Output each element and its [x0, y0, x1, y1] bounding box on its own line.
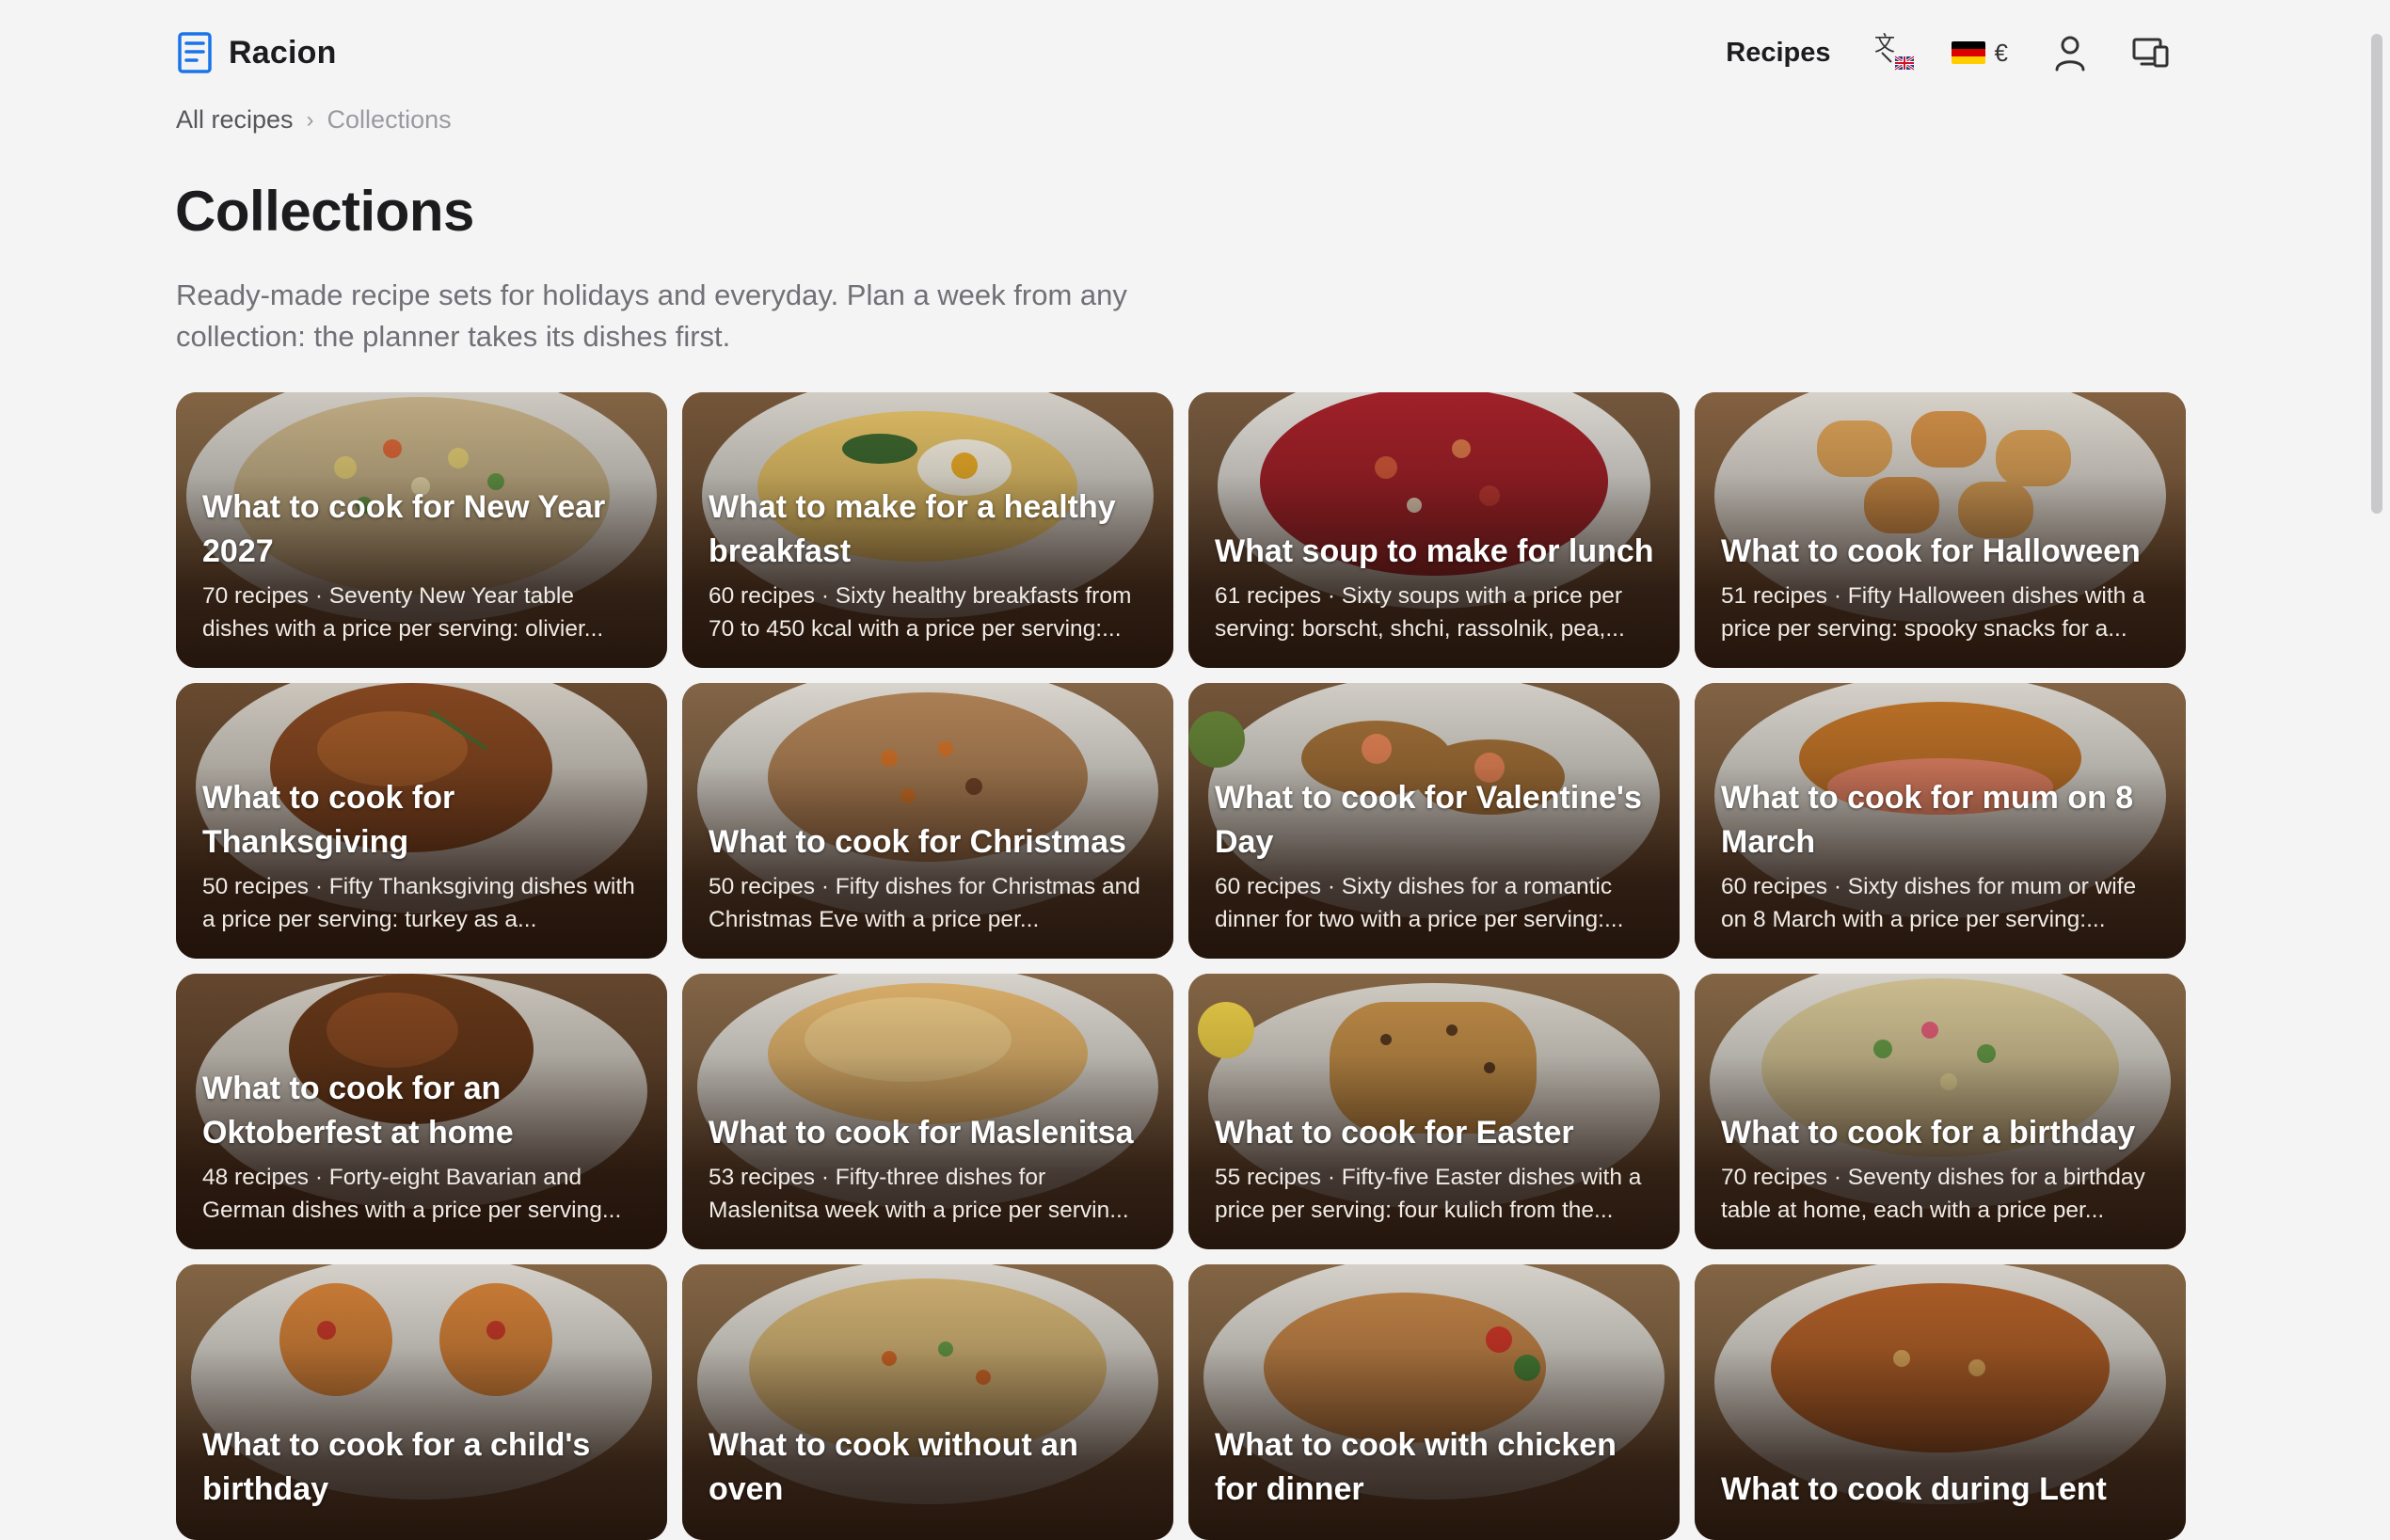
- breadcrumb-all-recipes-link[interactable]: All recipes: [176, 105, 294, 135]
- collection-title: What to cook for a birthday: [1721, 1115, 2136, 1151]
- card-text: What to cook for Easter 55 recipes · Fif…: [1215, 1111, 1655, 1227]
- card-text: What soup to make for lunch 61 recipes ·…: [1215, 530, 1655, 645]
- collection-card[interactable]: What to cook for Valentine's Day 60 reci…: [1188, 683, 1680, 959]
- breadcrumb-current: Collections: [327, 105, 452, 134]
- card-text: What to cook during Lent: [1721, 1468, 2161, 1517]
- collection-card[interactable]: What to cook without an oven: [682, 1264, 1173, 1540]
- collection-title: What to cook for Maslenitsa: [709, 1115, 1134, 1151]
- logo-link[interactable]: Racion: [176, 32, 337, 73]
- header-nav: Recipes 文 €: [1726, 24, 2170, 81]
- collection-title: What to cook during Lent: [1721, 1471, 2107, 1507]
- collection-card[interactable]: What to cook with chicken for dinner: [1188, 1264, 1680, 1540]
- collection-meta: 70 recipes · Seventy dishes for a birthd…: [1721, 1165, 2145, 1223]
- nav-recipes-link[interactable]: Recipes: [1726, 38, 1830, 69]
- collection-card[interactable]: What soup to make for lunch 61 recipes ·…: [1188, 392, 1680, 668]
- germany-flag-icon: [1951, 41, 1985, 64]
- collection-title: What to cook for Easter: [1215, 1115, 1574, 1151]
- collection-title: What soup to make for lunch: [1215, 533, 1654, 569]
- collection-title: What to cook for Christmas: [709, 824, 1126, 860]
- collection-card[interactable]: What to cook for Thanksgiving 50 recipes…: [176, 683, 667, 959]
- devices-icon[interactable]: [2132, 36, 2170, 70]
- flag-stripe-black: [1951, 41, 1985, 49]
- translate-icon[interactable]: 文: [1872, 30, 1918, 75]
- card-text: What to make for a healthy breakfast 60 …: [709, 485, 1149, 645]
- page-description: Ready-made recipe sets for holidays and …: [176, 278, 1127, 353]
- collection-meta: 60 recipes · Sixty healthy breakfasts fr…: [709, 583, 1132, 642]
- collection-card[interactable]: What to make for a healthy breakfast 60 …: [682, 392, 1173, 668]
- collection-card[interactable]: What to cook for a birthday 70 recipes ·…: [1695, 974, 2186, 1249]
- card-text: What to cook for New Year 2027 70 recipe…: [202, 485, 643, 645]
- collection-meta: 50 recipes · Fifty dishes for Christmas …: [709, 874, 1140, 932]
- card-text: What to cook for mum on 8 March 60 recip…: [1721, 776, 2161, 936]
- flag-stripe-red: [1951, 49, 1985, 56]
- card-text: What to cook for a child's birthday: [202, 1423, 643, 1517]
- collection-card[interactable]: What to cook for Christmas 50 recipes · …: [682, 683, 1173, 959]
- region-currency-selector[interactable]: €: [1951, 38, 2008, 68]
- card-text: What to cook for a birthday 70 recipes ·…: [1721, 1111, 2161, 1227]
- card-text: What to cook for an Oktoberfest at home …: [202, 1067, 643, 1227]
- page-title: Collections: [175, 180, 474, 243]
- collection-card[interactable]: What to cook for an Oktoberfest at home …: [176, 974, 667, 1249]
- collection-card[interactable]: What to cook during Lent: [1695, 1264, 2186, 1540]
- collection-meta: 60 recipes · Sixty dishes for mum or wif…: [1721, 874, 2137, 932]
- collection-title: What to cook for mum on 8 March: [1721, 780, 2134, 860]
- flag-stripe-gold: [1951, 56, 1985, 64]
- collection-meta: 60 recipes · Sixty dishes for a romantic…: [1215, 874, 1624, 932]
- logo-text: Racion: [229, 34, 337, 71]
- collection-meta: 53 recipes · Fifty-three dishes for Masl…: [709, 1165, 1129, 1223]
- collection-title: What to cook for Valentine's Day: [1215, 780, 1642, 860]
- top-header: Racion Recipes 文 €: [176, 24, 2170, 81]
- page-scrollbar[interactable]: [2364, 0, 2390, 1430]
- collection-title: What to cook for New Year 2027: [202, 489, 606, 569]
- collection-card[interactable]: What to cook for Halloween 51 recipes · …: [1695, 392, 2186, 668]
- collection-title: What to cook with chicken for dinner: [1215, 1427, 1617, 1507]
- collection-card[interactable]: What to cook for Maslenitsa 53 recipes ·…: [682, 974, 1173, 1249]
- collection-meta: 48 recipes · Forty-eight Bavarian and Ge…: [202, 1165, 622, 1223]
- collection-meta: 70 recipes · Seventy New Year table dish…: [202, 583, 604, 642]
- card-text: What to cook for Halloween 51 recipes · …: [1721, 530, 2161, 645]
- collection-card[interactable]: What to cook for mum on 8 March 60 recip…: [1695, 683, 2186, 959]
- card-text: What to cook for Christmas 50 recipes · …: [709, 820, 1149, 936]
- card-text: What to cook for Valentine's Day 60 reci…: [1215, 776, 1655, 936]
- collections-grid: What to cook for New Year 2027 70 recipe…: [176, 392, 2190, 1540]
- card-text: What to cook without an oven: [709, 1423, 1149, 1517]
- breadcrumb-separator: ›: [306, 106, 314, 133]
- collection-title: What to make for a healthy breakfast: [709, 489, 1116, 569]
- collection-title: What to cook for an Oktoberfest at home: [202, 1071, 514, 1151]
- collection-meta: 51 recipes · Fifty Halloween dishes with…: [1721, 583, 2145, 642]
- svg-text:文: 文: [1874, 33, 1895, 56]
- receipt-logo-icon: [178, 32, 212, 73]
- collection-card[interactable]: What to cook for Easter 55 recipes · Fif…: [1188, 974, 1680, 1249]
- collection-title: What to cook for Thanksgiving: [202, 780, 455, 860]
- collection-meta: 61 recipes · Sixty soups with a price pe…: [1215, 583, 1625, 642]
- card-text: What to cook for Thanksgiving 50 recipes…: [202, 776, 643, 936]
- scrollbar-thumb[interactable]: [2371, 34, 2382, 514]
- user-icon[interactable]: [2053, 34, 2087, 71]
- card-text: What to cook for Maslenitsa 53 recipes ·…: [709, 1111, 1149, 1227]
- currency-symbol: €: [1994, 38, 2008, 67]
- collection-title: What to cook for Halloween: [1721, 533, 2141, 569]
- breadcrumb: All recipes › Collections: [176, 105, 452, 135]
- card-text: What to cook with chicken for dinner: [1215, 1423, 1655, 1517]
- collection-title: What to cook for a child's birthday: [202, 1427, 591, 1507]
- collection-meta: 55 recipes · Fifty-five Easter dishes wi…: [1215, 1165, 1642, 1223]
- collection-card[interactable]: What to cook for New Year 2027 70 recipe…: [176, 392, 667, 668]
- collection-meta: 50 recipes · Fifty Thanksgiving dishes w…: [202, 874, 635, 932]
- collection-card[interactable]: What to cook for a child's birthday: [176, 1264, 667, 1540]
- collection-title: What to cook without an oven: [709, 1427, 1078, 1507]
